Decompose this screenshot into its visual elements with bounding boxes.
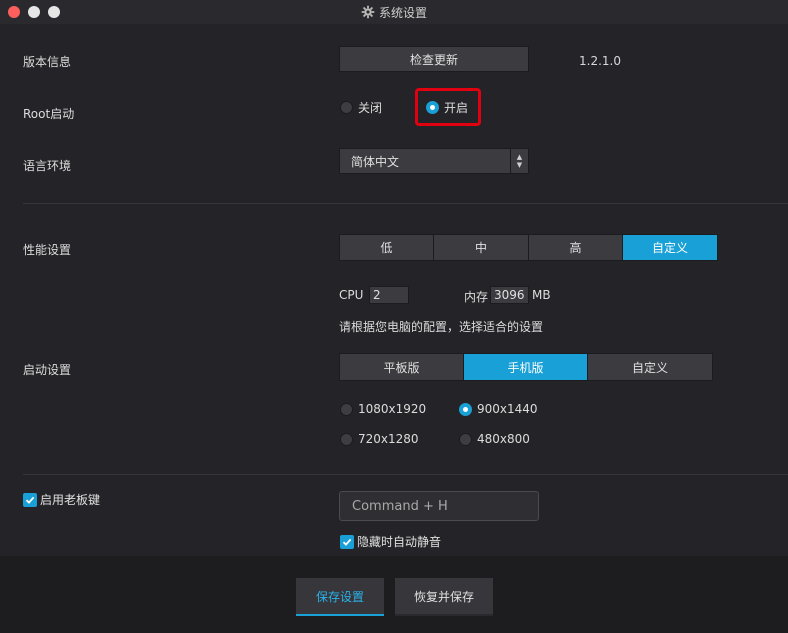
chevron-up-down-icon: ▲ ▼ [510,149,528,173]
resolution-radio-720[interactable]: 720x1280 [340,432,419,446]
footer-bar [0,556,788,633]
language-value: 简体中文 [351,154,400,169]
language-label: 语言环境 [23,159,72,173]
root-off-label: 关闭 [358,101,383,115]
highlight-box [415,88,481,126]
memory-input[interactable]: 3096 [490,286,529,304]
startup-label: 启动设置 [23,363,72,377]
startup-option-tablet[interactable]: 平板版 [340,354,464,380]
cpu-label: CPU [339,288,364,302]
close-window-button[interactable] [8,6,20,18]
resolution-radio-1080[interactable]: 1080x1920 [340,402,426,416]
startup-segmented: 平板版 手机版 自定义 [339,353,713,381]
check-update-button[interactable]: 检查更新 [339,46,529,72]
section-divider [23,203,788,204]
performance-hint: 请根据您电脑的配置，选择适合的设置 [339,320,544,334]
radio-dot [340,101,353,114]
resolution-label-900: 900x1440 [477,402,538,416]
boss-key-label: 启用老板键 [40,493,101,507]
performance-option-mid[interactable]: 中 [434,235,529,260]
resolution-radio-480[interactable]: 480x800 [459,432,530,446]
radio-dot [459,432,472,446]
title-bar: 系统设置 [0,0,788,24]
resolution-label-480: 480x800 [477,432,530,446]
cpu-input[interactable]: 2 [369,286,409,304]
save-settings-button[interactable]: 保存设置 [296,578,384,616]
version-label: 版本信息 [23,55,72,69]
boss-key-checkbox[interactable]: 启用老板键 [23,491,100,508]
performance-label: 性能设置 [23,243,72,257]
version-value: 1.2.1.0 [579,54,621,68]
startup-option-custom[interactable]: 自定义 [588,354,712,380]
maximize-window-button[interactable] [48,6,60,18]
gear-icon [361,5,375,19]
radio-dot-selected [459,402,472,416]
checkmark-icon [23,492,37,507]
mute-on-hide-checkbox[interactable]: 隐藏时自动静音 [340,533,441,550]
root-off-radio[interactable]: 关闭 [340,99,382,116]
minimize-window-button[interactable] [28,6,40,18]
memory-unit: MB [532,288,551,302]
resolution-radio-900[interactable]: 900x1440 [459,402,538,416]
resolution-label-720: 720x1280 [358,432,419,446]
restore-and-save-button[interactable]: 恢复并保存 [395,578,493,616]
startup-option-phone[interactable]: 手机版 [464,354,588,380]
performance-option-custom[interactable]: 自定义 [623,235,717,260]
language-select[interactable]: 简体中文 ▲ ▼ [339,148,529,174]
window-title-wrap: 系统设置 [361,4,427,21]
window-controls [8,6,60,18]
section-divider [23,474,788,475]
checkmark-icon [340,534,354,549]
mute-on-hide-label: 隐藏时自动静音 [357,535,442,549]
performance-option-low[interactable]: 低 [340,235,434,260]
resolution-label-1080: 1080x1920 [358,402,427,416]
performance-option-high[interactable]: 高 [529,235,623,260]
hotkey-input[interactable]: Command + H [339,491,539,521]
radio-dot [340,432,353,446]
performance-segmented: 低 中 高 自定义 [339,234,718,261]
window-title: 系统设置 [378,5,427,20]
radio-dot [340,402,353,416]
root-label: Root启动 [23,107,75,121]
memory-label: 内存 [464,290,489,304]
